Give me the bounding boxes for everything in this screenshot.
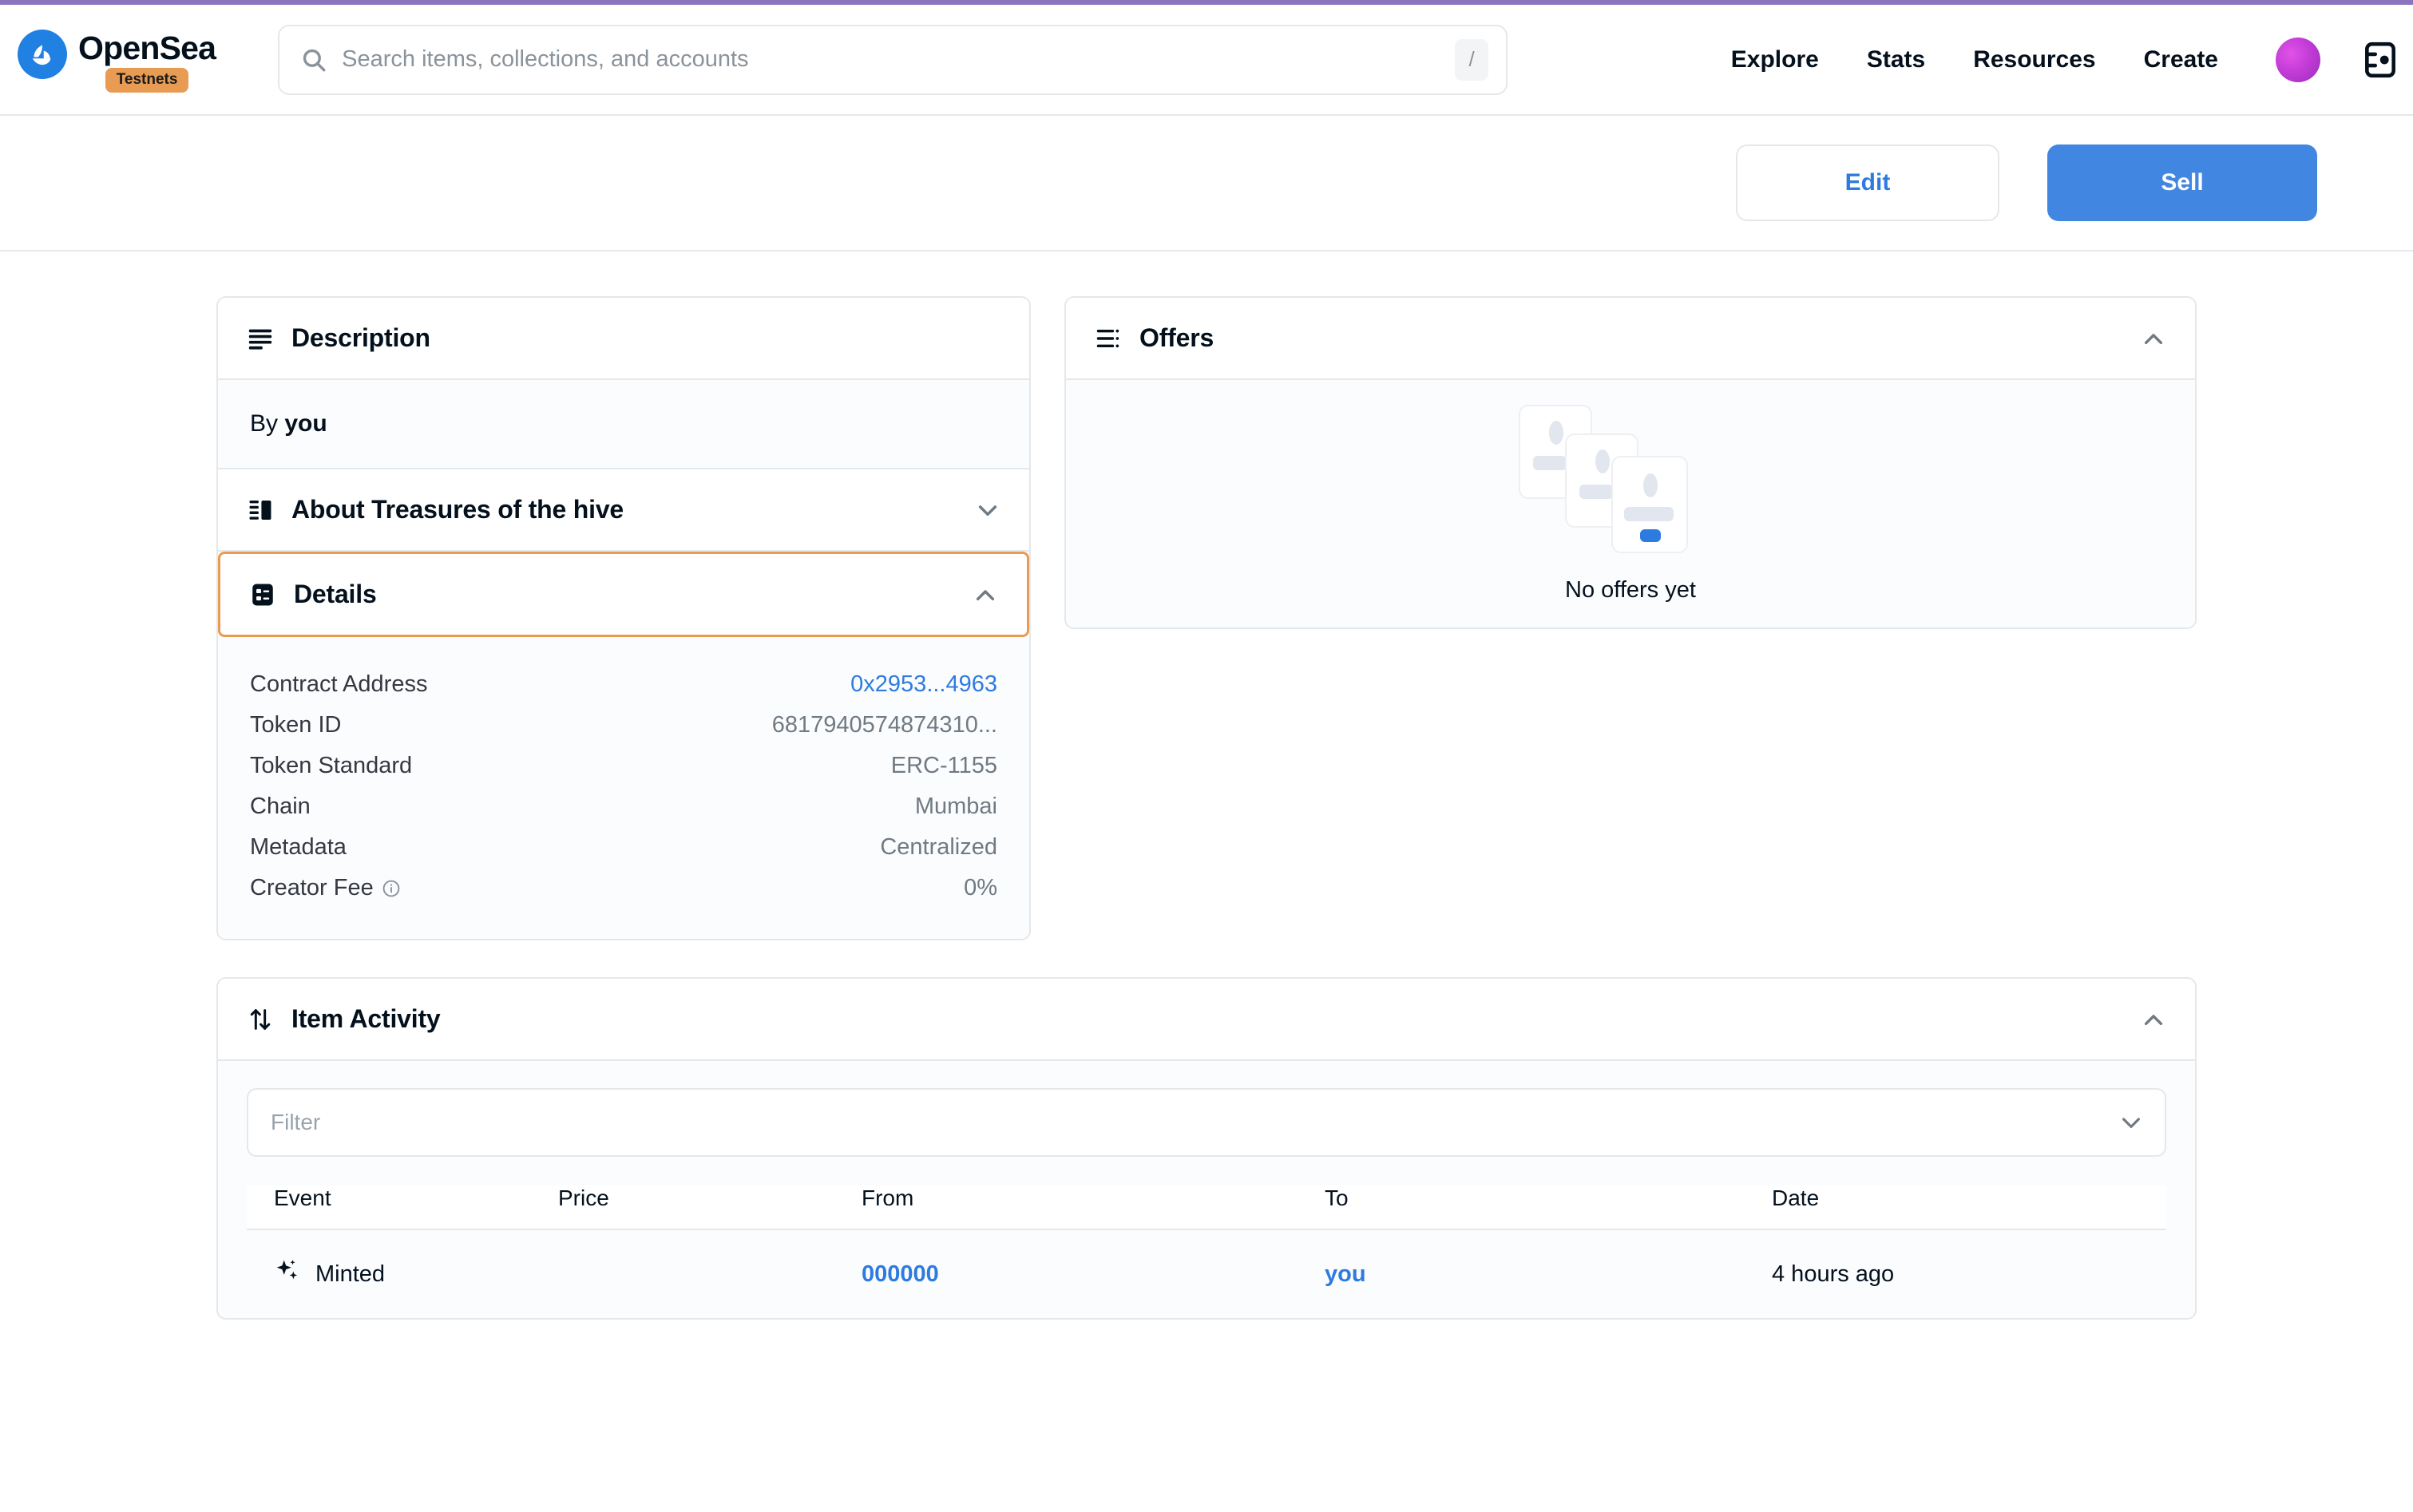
- detail-value-metadata: Centralized: [880, 834, 997, 860]
- search-box[interactable]: /: [278, 24, 1508, 95]
- description-header[interactable]: Description: [218, 298, 1029, 378]
- description-title: Description: [291, 323, 430, 352]
- content-grid: Description By you About Treasures of th…: [216, 296, 2197, 940]
- list-details-icon: [249, 581, 276, 608]
- nav-item-create[interactable]: Create: [2120, 38, 2242, 81]
- chevron-up-icon[interactable]: [973, 582, 998, 608]
- offers-empty-state: No offers yet: [1066, 380, 2195, 627]
- offers-header[interactable]: Offers: [1066, 298, 2195, 378]
- table-row[interactable]: Minted 000000 you 4 hours ago: [247, 1229, 2166, 1318]
- detail-value-token-id: 6817940574874310...: [771, 712, 997, 738]
- brand-name: OpenSea: [78, 30, 216, 67]
- details-header[interactable]: Details: [218, 552, 1029, 637]
- search-shortcut-key: /: [1455, 38, 1489, 81]
- edit-button[interactable]: Edit: [1736, 144, 1999, 221]
- info-icon[interactable]: [382, 879, 401, 898]
- item-action-bar: Edit Sell: [0, 116, 2413, 251]
- cell-event: Minted: [247, 1229, 558, 1318]
- left-column: Description By you About Treasures of th…: [216, 296, 1031, 940]
- item-activity-header[interactable]: Item Activity: [218, 979, 2195, 1059]
- item-activity-title: Item Activity: [291, 1004, 441, 1033]
- detail-row-token-id: Token ID 6817940574874310...: [250, 705, 997, 746]
- detail-label: Creator Fee: [250, 875, 374, 900]
- list-icon: [1095, 325, 1122, 352]
- cell-to: you: [1325, 1229, 1772, 1318]
- column-header-event: Event: [247, 1185, 558, 1230]
- column-header-date: Date: [1772, 1185, 2166, 1230]
- item-activity-section: Item Activity Filter Event Price From To…: [216, 977, 2197, 1320]
- cell-from: 000000: [862, 1229, 1325, 1318]
- activity-filter-placeholder: Filter: [271, 1110, 321, 1134]
- opensea-ship-icon: [18, 30, 67, 80]
- avatar[interactable]: [2276, 37, 2320, 82]
- search-input[interactable]: [342, 46, 1456, 73]
- transfer-arrows-icon: [247, 1006, 274, 1033]
- testnets-badge: Testnets: [105, 68, 189, 93]
- offers-title: Offers: [1139, 323, 1214, 352]
- wallet-icon[interactable]: [2357, 37, 2403, 83]
- no-offers-text: No offers yet: [1565, 576, 1696, 603]
- stacked-cards-icon: [1519, 404, 1742, 556]
- detail-label: Token Standard: [250, 753, 413, 778]
- activity-table-body: Minted 000000 you 4 hours ago: [247, 1229, 2166, 1318]
- detail-value-creator-fee: 0%: [964, 875, 997, 900]
- nav-item-stats[interactable]: Stats: [1843, 38, 1949, 81]
- event-cell-inner: Minted: [274, 1257, 558, 1291]
- detail-label: Chain: [250, 794, 311, 819]
- column-header-from: From: [862, 1185, 1325, 1230]
- chevron-down-icon[interactable]: [975, 497, 1000, 523]
- detail-row-contract-address: Contract Address 0x2953...4963: [250, 664, 997, 705]
- right-column: Offers No offers yet: [1064, 296, 2197, 629]
- brand-logo[interactable]: OpenSea Testnets: [18, 26, 216, 93]
- creator-line: By you: [250, 410, 997, 437]
- chevron-down-icon[interactable]: [2118, 1110, 2144, 1135]
- main-content: Description By you About Treasures of th…: [0, 251, 2413, 1320]
- event-label: Minted: [315, 1261, 386, 1287]
- sparkle-icon: [274, 1257, 301, 1291]
- cell-price: [558, 1229, 862, 1318]
- collection-icon: [247, 497, 274, 524]
- detail-value-contract-address[interactable]: 0x2953...4963: [850, 671, 997, 698]
- activity-header-row: Event Price From To Date: [247, 1185, 2166, 1230]
- detail-value-chain: Mumbai: [914, 794, 997, 819]
- details-body: Contract Address 0x2953...4963 Token ID …: [218, 637, 1029, 939]
- from-link[interactable]: 000000: [862, 1261, 939, 1287]
- detail-label: Contract Address: [250, 671, 428, 697]
- by-value: you: [284, 410, 327, 437]
- column-header-price: Price: [558, 1185, 862, 1230]
- about-collection-header[interactable]: About Treasures of the hive: [218, 469, 1029, 550]
- detail-label-wrap: Creator Fee: [250, 875, 401, 901]
- detail-label: Metadata: [250, 834, 347, 860]
- main-nav: Explore Stats Resources Create: [1707, 37, 2395, 83]
- nav-item-explore[interactable]: Explore: [1707, 38, 1843, 81]
- description-body: By you: [218, 380, 1029, 468]
- chevron-up-icon[interactable]: [2141, 326, 2166, 351]
- site-header: OpenSea Testnets / Explore Stats Resourc…: [0, 5, 2413, 116]
- sell-button[interactable]: Sell: [2047, 144, 2317, 221]
- search-container: /: [278, 24, 1508, 95]
- column-header-to: To: [1325, 1185, 1772, 1230]
- activity-table-head: Event Price From To Date: [247, 1185, 2166, 1230]
- detail-value-token-standard: ERC-1155: [890, 753, 997, 778]
- to-link[interactable]: you: [1325, 1261, 1366, 1287]
- activity-filter-select[interactable]: Filter: [247, 1088, 2166, 1157]
- activity-table: Event Price From To Date Minted 000000 y…: [247, 1185, 2166, 1318]
- item-activity-card: Item Activity Filter Event Price From To…: [216, 977, 2197, 1320]
- about-collection-title: About Treasures of the hive: [291, 495, 624, 524]
- offers-card: Offers No offers yet: [1064, 296, 2197, 629]
- detail-label: Token ID: [250, 712, 342, 738]
- detail-row-token-standard: Token Standard ERC-1155: [250, 746, 997, 786]
- chevron-up-icon[interactable]: [2141, 1007, 2166, 1032]
- align-left-icon: [247, 325, 274, 352]
- detail-row-metadata: Metadata Centralized: [250, 827, 997, 868]
- item-activity-body: Filter Event Price From To Date Minted 0…: [218, 1061, 2195, 1318]
- detail-row-creator-fee: Creator Fee 0%: [250, 868, 997, 908]
- by-prefix: By: [250, 410, 279, 437]
- nav-item-resources[interactable]: Resources: [1949, 38, 2119, 81]
- details-title: Details: [294, 580, 377, 608]
- cell-date: 4 hours ago: [1772, 1229, 2166, 1318]
- description-card: Description By you About Treasures of th…: [216, 296, 1031, 940]
- search-icon: [300, 46, 327, 73]
- detail-row-chain: Chain Mumbai: [250, 786, 997, 827]
